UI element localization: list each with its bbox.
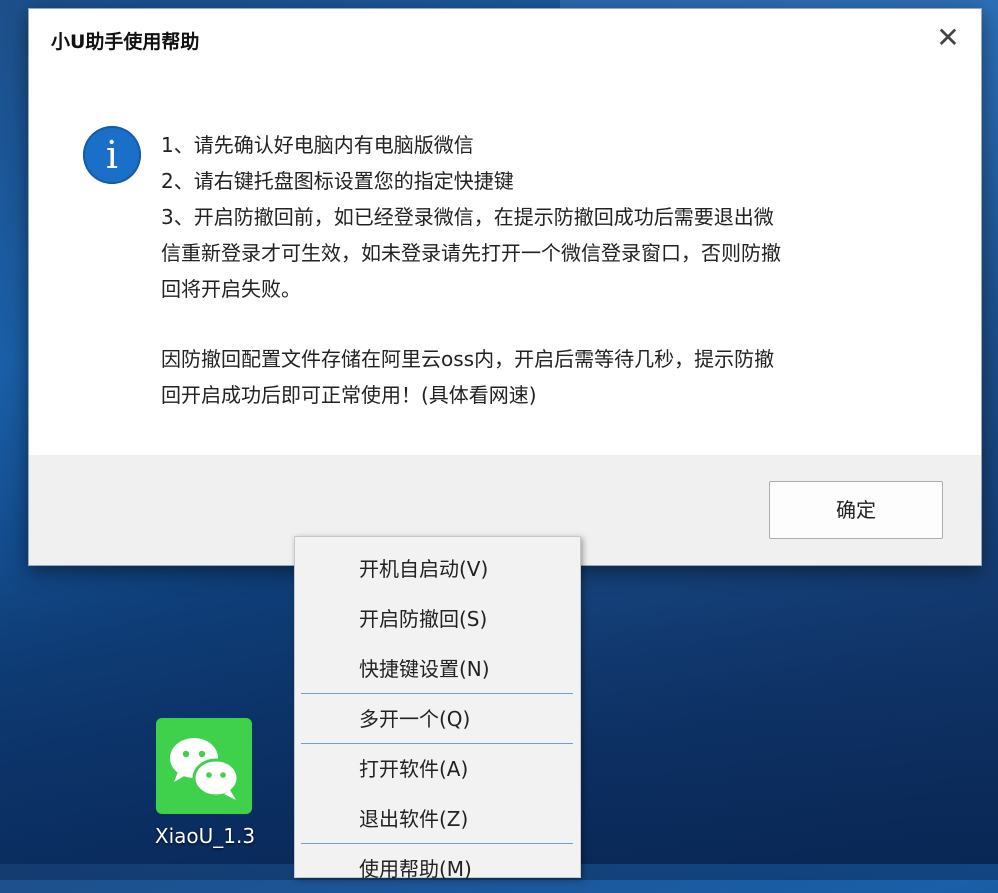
menu-separator: [301, 843, 573, 844]
desktop-shortcut[interactable]: XiaoU_1.3: [140, 716, 270, 856]
menu-item-open-app[interactable]: 打开软件(A): [295, 745, 580, 793]
info-icon: i: [83, 126, 141, 184]
message-line: 1、请先确认好电脑内有电脑版微信: [161, 133, 474, 157]
menu-separator: [301, 743, 573, 744]
menu-item-label: 使用帮助(M): [359, 857, 472, 881]
menu-item-exit-app[interactable]: 退出软件(Z): [295, 795, 580, 843]
dialog-message: 1、请先确认好电脑内有电脑版微信 2、请右键托盘图标设置您的指定快捷键 3、开启…: [161, 127, 921, 413]
menu-item-autostart[interactable]: 开机自启动(V): [295, 545, 580, 593]
menu-item-label: 开机自启动(V): [359, 557, 489, 581]
desktop-icon-label: XiaoU_1.3: [154, 824, 256, 848]
close-icon[interactable]: ✕: [933, 23, 963, 53]
note-line: 因防撤回配置文件存储在阿里云oss内，开启后需等待几秒，提示防撤: [161, 347, 775, 371]
menu-item-label: 开启防撤回(S): [359, 607, 488, 631]
menu-item-anti-recall[interactable]: 开启防撤回(S): [295, 595, 580, 643]
tray-context-menu: 开机自启动(V) 开启防撤回(S) 快捷键设置(N) 多开一个(Q) 打开软件(…: [294, 536, 581, 881]
menu-separator: [301, 693, 573, 694]
menu-item-label: 退出软件(Z): [359, 807, 469, 831]
menu-item-label: 打开软件(A): [359, 757, 469, 781]
wechat-bubbles-icon: [170, 738, 240, 800]
menu-item-label: 快捷键设置(N): [359, 657, 490, 681]
help-dialog: 小U助手使用帮助 ✕ i 1、请先确认好电脑内有电脑版微信 2、请右键托盘图标设…: [28, 8, 982, 566]
menu-item-help[interactable]: 使用帮助(M): [295, 845, 580, 893]
note-line: 回开启成功后即可正常使用！(具体看网速): [161, 383, 537, 407]
ok-button[interactable]: 确定: [769, 481, 943, 539]
menu-item-hotkey-settings[interactable]: 快捷键设置(N): [295, 645, 580, 693]
message-line: 3、开启防撤回前，如已经登录微信，在提示防撤回成功后需要退出微: [161, 205, 774, 229]
dialog-title: 小U助手使用帮助: [51, 31, 200, 53]
message-line: 2、请右键托盘图标设置您的指定快捷键: [161, 169, 514, 193]
message-line: 信重新登录才可生效，如未登录请先打开一个微信登录窗口，否则防撤: [161, 241, 781, 265]
message-line: 回将开启失败。: [161, 277, 301, 301]
menu-item-label: 多开一个(Q): [359, 707, 471, 731]
wechat-icon: [156, 718, 252, 814]
menu-item-multi-open[interactable]: 多开一个(Q): [295, 695, 580, 743]
